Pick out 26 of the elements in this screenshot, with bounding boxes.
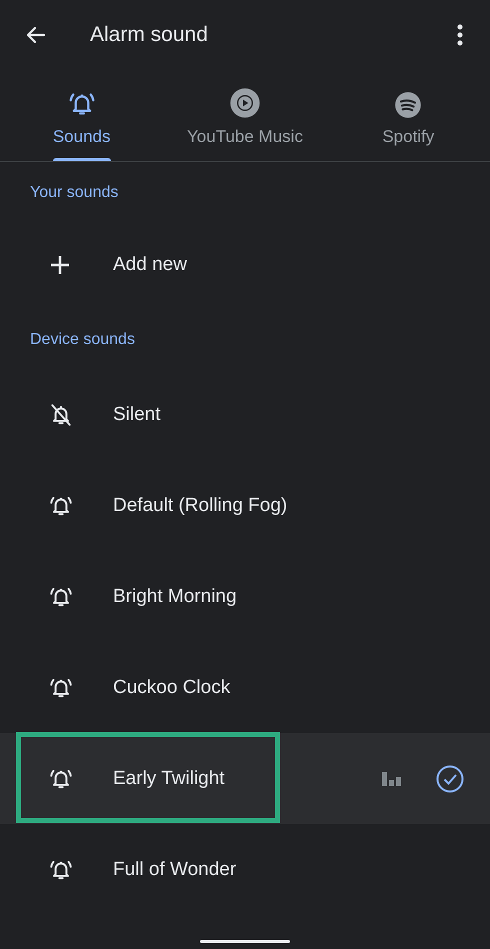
item-label: Default (Rolling Fog)	[113, 494, 288, 516]
item-label: Early Twilight	[113, 768, 226, 790]
check-circle-icon	[436, 764, 464, 792]
sound-item[interactable]: Full of Wonder	[0, 824, 490, 915]
item-label: Add new	[113, 254, 188, 276]
section-header: Your sounds	[30, 183, 118, 202]
tab[interactable]: Spotify	[326, 70, 490, 161]
item-label: Bright Morning	[113, 586, 238, 608]
more-vertical-icon	[457, 24, 463, 46]
item-label: Full of Wonder	[113, 858, 238, 880]
screen-title: Alarm sound	[90, 23, 209, 47]
equalizer-icon	[382, 772, 402, 786]
tab[interactable]: Sounds	[0, 70, 164, 161]
play-circle-icon	[228, 87, 261, 119]
sound-item[interactable]: Early Twilight	[0, 733, 490, 824]
item-label: Cuckoo Clock	[113, 676, 232, 698]
sound-item[interactable]: Bright Morning	[0, 551, 490, 642]
sound-item[interactable]: Default (Rolling Fog)	[0, 460, 490, 551]
item-label: Silent	[113, 404, 162, 426]
spotify-icon	[394, 91, 422, 119]
sound-item[interactable]: Silent	[0, 369, 490, 460]
sound-item[interactable]: Cuckoo Clock	[0, 642, 490, 733]
plus-icon	[48, 253, 72, 277]
tab[interactable]: YouTube Music	[163, 70, 327, 161]
section-header: Device sounds	[30, 330, 135, 348]
add-new-item[interactable]: Add new	[0, 222, 490, 308]
